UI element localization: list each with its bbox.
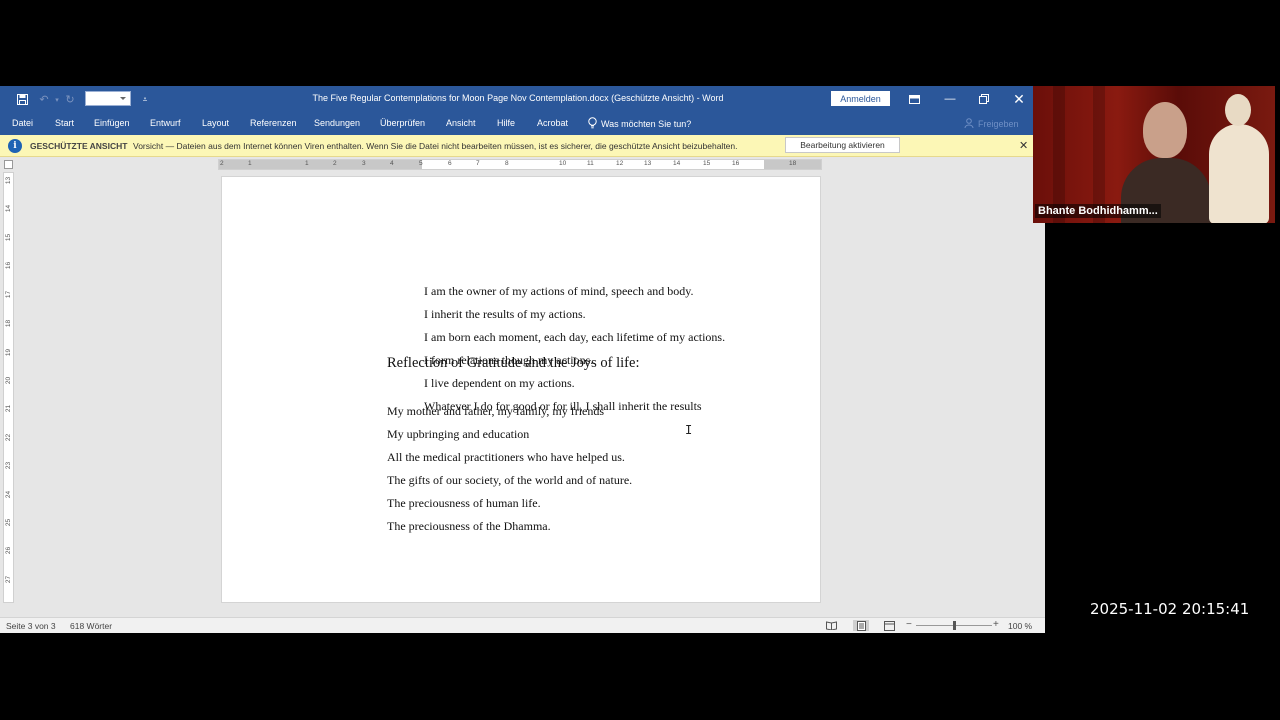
curtain-fold [1053, 86, 1065, 223]
redo-icon[interactable]: ↻ [61, 90, 79, 109]
participant-head [1143, 102, 1187, 158]
sign-in-button[interactable]: Anmelden [831, 91, 890, 106]
ruler-tick: 8 [505, 160, 509, 167]
vertical-ruler[interactable]: 13 14 15 16 17 18 19 20 21 22 23 24 25 2… [3, 172, 14, 603]
action-line: I am the owner of my actions of mind, sp… [424, 284, 694, 298]
ruler-tick: 12 [616, 160, 624, 167]
ruler-tick: 3 [362, 160, 366, 167]
ruler-tick: 25 [5, 518, 13, 527]
status-bar: Seite 3 von 3 618 Wörter − + 100 % [0, 617, 1045, 633]
tab-hilfe[interactable]: Hilfe [497, 118, 515, 128]
ruler-tick: 2 [333, 160, 337, 167]
zoom-level[interactable]: 100 % [1008, 621, 1032, 631]
ruler-tick: 24 [5, 490, 13, 499]
customize-quick-access-icon[interactable]: ⩡ [136, 90, 154, 109]
ruler-tick: 26 [5, 546, 13, 555]
ruler-tick: 7 [476, 160, 480, 167]
zoom-in-icon[interactable]: + [993, 619, 999, 630]
lightbulb-icon [588, 117, 597, 131]
ruler-tick: 18 [789, 160, 797, 167]
protected-view-message: Vorsicht — Dateien aus dem Internet könn… [133, 141, 738, 151]
ruler-tick: 2 [220, 160, 224, 167]
timestamp: 2025-11-02 20:15:41 [1090, 600, 1250, 618]
ribbon-display-options-icon[interactable] [904, 90, 924, 108]
ruler-tick: 5 [419, 160, 423, 167]
tab-start[interactable]: Start [55, 118, 74, 128]
ruler-tick: 22 [5, 433, 13, 442]
ruler-tick: 14 [5, 204, 13, 213]
ruler-tick: 21 [5, 404, 13, 413]
print-layout-icon[interactable] [853, 620, 869, 631]
action-line: I inherit the results of my actions. [424, 307, 586, 321]
statue-body [1209, 124, 1269, 223]
horizontal-ruler-area: 2 1 1 2 3 4 5 6 7 8 10 11 12 13 14 15 16… [0, 157, 1033, 171]
tab-selector[interactable] [4, 160, 13, 169]
share-button[interactable]: Freigeben [964, 118, 1019, 130]
ruler-tick: 10 [559, 160, 567, 167]
ruler-tick: 11 [587, 160, 594, 167]
ruler-tick: 20 [5, 376, 13, 385]
ruler-tick: 6 [448, 160, 452, 167]
ruler-tick: 27 [5, 575, 13, 584]
ruler-tick: 15 [5, 233, 13, 242]
restore-icon[interactable] [974, 90, 994, 108]
ruler-tick: 23 [5, 461, 13, 470]
action-line: I am born each moment, each day, each li… [424, 330, 726, 344]
read-mode-icon[interactable] [825, 620, 837, 631]
ruler-tick: 13 [644, 160, 652, 167]
ruler-tick: 1 [248, 160, 252, 167]
document-title: The Five Regular Contemplations for Moon… [312, 93, 724, 103]
ruler-tick: 15 [703, 160, 711, 167]
close-bar-icon[interactable]: ✕ [1019, 139, 1028, 152]
protected-view-bar: i GESCHÜTZTE ANSICHT Vorsicht — Dateien … [0, 135, 1033, 157]
web-layout-icon[interactable] [883, 620, 895, 631]
statue-head [1225, 94, 1251, 126]
tab-referenzen[interactable]: Referenzen [250, 118, 297, 128]
protected-view-title: GESCHÜTZTE ANSICHT [30, 141, 128, 151]
ruler-tick: 1 [305, 160, 309, 167]
tab-sendungen[interactable]: Sendungen [314, 118, 360, 128]
action-line: I form relations though my actions. [424, 353, 594, 367]
ruler-tick: 4 [390, 160, 394, 167]
minimize-icon[interactable]: — [940, 90, 960, 108]
font-size-combobox[interactable] [85, 91, 131, 106]
video-tile[interactable]: Bhante Bodhidhamm... [1033, 86, 1275, 223]
buddha-statue [1203, 90, 1273, 223]
tab-einfuegen[interactable]: Einfügen [94, 118, 130, 128]
participant-name: Bhante Bodhidhamm... [1035, 204, 1161, 218]
document-page[interactable]: I am the owner of my actions of mind, sp… [221, 176, 821, 603]
share-label: Freigeben [978, 119, 1019, 129]
ruler-tick: 17 [5, 290, 13, 299]
tell-me-search[interactable]: Was möchten Sie tun? [588, 117, 691, 131]
page-count[interactable]: Seite 3 von 3 [6, 621, 56, 631]
tab-acrobat[interactable]: Acrobat [537, 118, 568, 128]
ruler-tick: 14 [673, 160, 681, 167]
word-window: ↶ ▾ ↻ ⩡ The Five Regular Contemplations … [0, 86, 1045, 633]
tab-entwurf[interactable]: Entwurf [150, 118, 181, 128]
word-count[interactable]: 618 Wörter [70, 621, 112, 631]
info-shield-icon: i [8, 139, 22, 153]
save-icon[interactable] [13, 90, 31, 109]
ruler-tick: 16 [5, 261, 13, 270]
ribbon-tabs: Datei Start Einfügen Entwurf Layout Refe… [0, 113, 1045, 135]
person-icon [964, 118, 974, 130]
action-line: I live dependent on my actions. [424, 376, 575, 390]
zoom-out-icon[interactable]: − [906, 619, 912, 630]
ruler-tick: 18 [5, 319, 13, 328]
tab-datei[interactable]: Datei [12, 118, 33, 128]
ruler-tick: 13 [5, 176, 13, 185]
tell-me-label: Was möchten Sie tun? [601, 119, 692, 129]
zoom-slider-thumb[interactable] [953, 621, 956, 630]
ruler-tick: 19 [5, 348, 13, 357]
close-icon[interactable]: ✕ [1009, 90, 1029, 108]
enable-editing-button[interactable]: Bearbeitung aktivieren [785, 137, 900, 153]
action-line: Whatever I do for good or for ill, I sha… [424, 399, 702, 413]
ruler-tick: 16 [732, 160, 740, 167]
tab-ansicht[interactable]: Ansicht [446, 118, 476, 128]
tab-layout[interactable]: Layout [202, 118, 229, 128]
tab-ueberpruefen[interactable]: Überprüfen [380, 118, 425, 128]
horizontal-ruler[interactable]: 2 1 1 2 3 4 5 6 7 8 10 11 12 13 14 15 16… [218, 159, 822, 170]
curtain-fold [1093, 86, 1105, 223]
title-bar: ↶ ▾ ↻ ⩡ The Five Regular Contemplations … [0, 86, 1045, 113]
